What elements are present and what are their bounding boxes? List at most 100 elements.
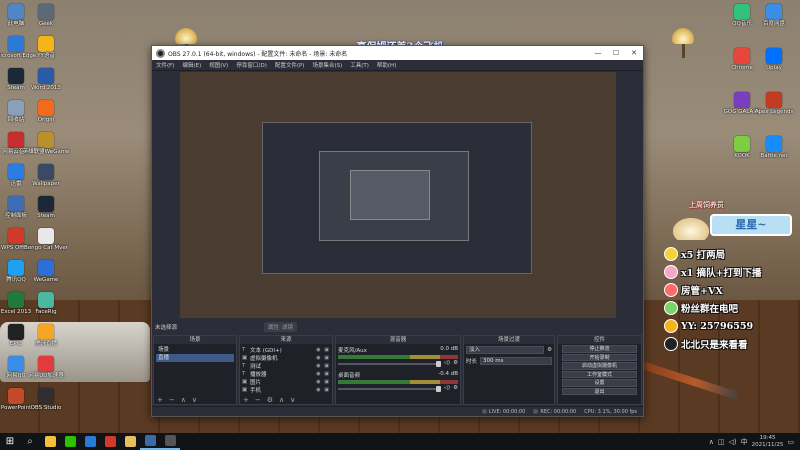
- source-name: 文本 (GDI+): [250, 348, 282, 354]
- eye-icon[interactable]: ◉: [316, 355, 321, 361]
- volume-slider[interactable]: [338, 361, 441, 367]
- eye-icon[interactable]: ◉: [316, 387, 321, 393]
- chevron-up-icon[interactable]: ∧: [181, 396, 186, 404]
- eye-icon[interactable]: ◉: [316, 379, 321, 385]
- gear-icon[interactable]: ⚙: [453, 385, 458, 391]
- volume-slider[interactable]: [338, 386, 441, 392]
- menu-item[interactable]: 场景集合(S): [312, 61, 342, 69]
- taskbar-app-wechat[interactable]: [60, 433, 80, 450]
- desktop-icon[interactable]: Origin: [26, 100, 66, 124]
- network-icon[interactable]: ◫: [718, 438, 725, 446]
- menu-item[interactable]: 编辑(E): [182, 61, 201, 69]
- minimize-button[interactable]: —: [589, 49, 607, 57]
- desktop-icon[interactable]: FaceRig: [26, 292, 66, 316]
- volume-icon[interactable]: ◁): [729, 438, 737, 446]
- chevron-down-icon[interactable]: ∨: [290, 396, 295, 404]
- gear-icon[interactable]: ⚙: [453, 360, 458, 366]
- speaker-icon[interactable]: ◁): [444, 360, 450, 366]
- slider-knob[interactable]: [435, 361, 441, 367]
- add-icon[interactable]: +: [243, 396, 249, 404]
- desktop-icon[interactable]: YY语音: [26, 36, 66, 60]
- desktop-icon[interactable]: 虎牙直播: [26, 324, 66, 348]
- slider-knob[interactable]: [435, 386, 441, 392]
- properties-button[interactable]: 属性: [268, 323, 279, 331]
- taskbar-app-steam[interactable]: [140, 433, 160, 450]
- taskbar-app-file-explorer[interactable]: [40, 433, 60, 450]
- control-button[interactable]: 工作室模式: [562, 370, 637, 378]
- close-button[interactable]: ✕: [625, 49, 643, 57]
- menu-item[interactable]: 视图(V): [209, 61, 228, 69]
- obs-titlebar[interactable]: OBS 27.0.1 (64-bit, windows) - 配置文件: 未命名…: [152, 46, 643, 60]
- obs-window[interactable]: OBS 27.0.1 (64-bit, windows) - 配置文件: 未命名…: [151, 45, 644, 417]
- remove-icon[interactable]: −: [255, 396, 261, 404]
- menu-item[interactable]: 帮助(H): [377, 61, 396, 69]
- source-item[interactable]: ▣ 图片 ◉ ▣: [242, 378, 330, 386]
- source-item[interactable]: ▣ 手机 ◉ ▣: [242, 386, 330, 394]
- speaker-icon[interactable]: ◁): [444, 385, 450, 391]
- desktop-icon[interactable]: 网易UU加速器: [26, 356, 66, 380]
- desktop-icon[interactable]: Apex Legends: [754, 92, 794, 116]
- chevron-down-icon[interactable]: ∨: [192, 396, 197, 404]
- taskbar-app-wps[interactable]: [100, 433, 120, 450]
- source-item[interactable]: T 播放器 ◉ ▣: [242, 370, 330, 378]
- control-button[interactable]: 设置: [562, 379, 637, 387]
- cpu-status: CPU: 3.1%, 30.00 fps: [584, 408, 637, 415]
- lock-icon[interactable]: ▣: [324, 387, 330, 393]
- taskbar-app-obs[interactable]: [160, 433, 180, 450]
- search-icon[interactable]: ⌕: [20, 433, 40, 450]
- desktop-icon[interactable]: Wallpaper: [26, 164, 66, 188]
- control-button[interactable]: 启动虚拟摄像机: [562, 362, 637, 370]
- lock-icon[interactable]: ▣: [324, 355, 330, 361]
- menu-item[interactable]: 工具(T): [350, 61, 369, 69]
- desktop-icon[interactable]: Steam: [26, 196, 66, 220]
- desktop-icon[interactable]: Bongo Cat Mver: [24, 228, 68, 252]
- add-icon[interactable]: +: [157, 396, 163, 404]
- source-item[interactable]: T 文本 (GDI+) ◉ ▣: [242, 346, 330, 354]
- chevron-up-icon[interactable]: ∧: [279, 396, 284, 404]
- desktop-icon[interactable]: 英雄联盟WeGame: [23, 132, 69, 156]
- desktop-icon[interactable]: 百度网盘: [754, 4, 794, 28]
- desktop-icon[interactable]: OBS Studio: [26, 388, 66, 412]
- overlay-line-icon: [665, 266, 677, 278]
- wechat-icon: [64, 436, 76, 447]
- scene-item[interactable]: 场景: [156, 346, 234, 354]
- control-button[interactable]: 退出: [562, 387, 637, 395]
- lock-icon[interactable]: ▣: [324, 363, 330, 369]
- notification-icon[interactable]: ▭: [787, 438, 794, 446]
- ime-icon[interactable]: 中: [741, 437, 748, 447]
- transition-select[interactable]: 淡入: [466, 346, 545, 354]
- menu-item[interactable]: 文件(F): [156, 61, 174, 69]
- desktop-icon[interactable]: Uplay: [754, 48, 794, 72]
- gear-icon[interactable]: ⚙: [547, 347, 552, 353]
- duration-input[interactable]: 300 ms: [480, 357, 552, 365]
- lock-icon[interactable]: ▣: [324, 371, 330, 377]
- desktop-icon[interactable]: Word 2013: [26, 68, 66, 92]
- desktop-icon[interactable]: Geek: [26, 4, 66, 28]
- eye-icon[interactable]: ◉: [316, 371, 321, 377]
- start-button[interactable]: ⊞: [0, 433, 20, 450]
- lock-icon[interactable]: ▣: [324, 379, 330, 385]
- eye-icon[interactable]: ◉: [316, 363, 321, 369]
- scene-item[interactable]: 直播: [156, 354, 234, 362]
- eye-icon[interactable]: ◉: [316, 347, 321, 353]
- control-button[interactable]: 停止推流: [562, 345, 637, 353]
- clock[interactable]: 19:45 2021/11/25: [752, 435, 784, 449]
- desktop-icon-label: 腾讯QQ: [6, 277, 26, 283]
- source-item[interactable]: T 测试 ◉ ▣: [242, 362, 330, 370]
- desktop-icon[interactable]: Battle.net: [754, 136, 794, 160]
- taskbar-app-bongo[interactable]: [120, 433, 140, 450]
- chevron-up-icon[interactable]: ∧: [709, 438, 714, 446]
- menu-item[interactable]: 配置文件(P): [275, 61, 305, 69]
- source-item[interactable]: ▣ 虚拟摄像机 ◉ ▣: [242, 354, 330, 362]
- filters-button[interactable]: 滤镜: [282, 323, 293, 331]
- remove-icon[interactable]: −: [169, 396, 175, 404]
- desktop-icon[interactable]: WeGame: [26, 260, 66, 284]
- menu-item[interactable]: 停靠窗口(D): [236, 61, 267, 69]
- control-button[interactable]: 开始录制: [562, 353, 637, 361]
- preview-canvas[interactable]: [180, 72, 616, 318]
- lock-icon[interactable]: ▣: [324, 347, 330, 353]
- desktop-icon-label: KOOK: [734, 153, 750, 159]
- gear-icon[interactable]: ⚙: [267, 396, 273, 404]
- maximize-button[interactable]: ☐: [607, 49, 625, 57]
- taskbar-app-edge[interactable]: [80, 433, 100, 450]
